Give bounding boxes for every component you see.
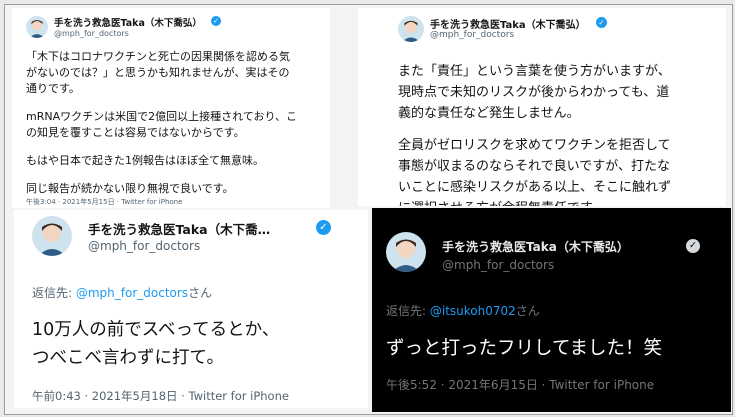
tweet-card-2[interactable]: 手を洗う救急医Taka（木下喬弘） ✓ @mph_for_doctors また「… — [358, 8, 726, 206]
avatar-icon[interactable] — [398, 16, 424, 42]
reply-suffix: さん — [188, 286, 213, 300]
tweet-card-1[interactable]: 手を洗う救急医Taka（木下喬弘） ✓ @mph_for_doctors 「木下… — [12, 8, 330, 208]
tweet-text-line: 同じ報告が続かない限り無視で良いです。 — [26, 182, 234, 195]
handle[interactable]: @mph_for_doctors — [88, 239, 200, 253]
display-name[interactable]: 手を洗う救急医Taka（木下喬弘） — [442, 238, 629, 255]
verified-badge-icon: ✓ — [316, 220, 331, 235]
handle[interactable]: @mph_for_doctors — [54, 29, 129, 38]
tweet-text-line: つべこべ言わずに打て。 — [32, 348, 224, 368]
tweet-text-line: mRNAワクチンは米国で2億回以上接種されており、こ — [26, 110, 298, 123]
handle[interactable]: @mph_for_doctors — [430, 30, 514, 40]
tweet-text-line: の知見を覆すことは容易ではないからです。 — [26, 126, 245, 139]
display-name[interactable]: 手を洗う救急医Taka（木下喬弘） — [430, 16, 586, 31]
tweet-text-line: また「責任」という言葉を使う方がいますが、 — [398, 64, 671, 79]
tweet-text-line: 通りです。 — [26, 82, 80, 95]
tweet-card-4[interactable]: 手を洗う救急医Taka（木下喬弘） ✓ @mph_for_doctors 返信先… — [372, 208, 731, 412]
reply-to-line: 返信先: @itsukoh0702さん — [386, 302, 540, 319]
reply-handle-link[interactable]: @mph_for_doctors — [76, 286, 188, 300]
display-name[interactable]: 手を洗う救急医Taka（木下喬弘） — [54, 15, 202, 29]
verified-badge-icon: ✓ — [686, 239, 700, 253]
tweet-text-line: 「木下はコロナワクチンと死亡の因果関係を認める気 — [26, 50, 290, 63]
tweet-text-line: 義的な責任など発生しません。 — [398, 106, 580, 121]
reply-prefix: 返信先: — [32, 286, 76, 300]
reply-suffix: さん — [515, 304, 540, 318]
avatar-icon[interactable] — [32, 216, 72, 256]
tweet-text-line: もはや日本で起きた1例報告はほぼ全て無意味。 — [26, 154, 264, 167]
reply-handle-link[interactable]: @itsukoh0702 — [430, 304, 516, 318]
verified-badge-icon: ✓ — [211, 16, 221, 26]
avatar-icon[interactable] — [26, 16, 48, 38]
tweet-text-line: いことに感染リスクがある以上、そこに触れず — [398, 180, 672, 195]
avatar-icon[interactable] — [386, 232, 426, 272]
tweet-text-line: 10万人の前でスベってるとか、 — [32, 320, 280, 340]
tweet-text-line: がないのでは？」と思うかも知れませんが、実はその — [26, 66, 290, 79]
tweet-text-line: 全員がゼロリスクを求めてワクチンを拒否して — [398, 138, 671, 153]
tweet-text-line: 事態が収まるのならそれで良いですが、打たな — [398, 159, 670, 174]
tweet-timestamp[interactable]: 午後3:04 · 2021年5月15日 · Twitter for iPhone — [26, 197, 182, 207]
tweet-text-line: ずっと打ったフリしてました！笑 — [386, 338, 663, 359]
tweet-timestamp[interactable]: 午後5:52 · 2021年6月15日 · Twitter for iPhone — [386, 376, 654, 393]
tweet-timestamp[interactable]: 午前0:43 · 2021年5月18日 · Twitter for iPhone — [32, 388, 289, 404]
verified-badge-icon: ✓ — [596, 17, 607, 28]
tweet-text-line: に選択させる方が余程無責任です。 — [398, 197, 605, 206]
reply-prefix: 返信先: — [386, 304, 430, 318]
tweet-text-line: 現時点で未知のリスクが後からわかっても、道 — [398, 85, 670, 100]
handle[interactable]: @mph_for_doctors — [442, 258, 554, 272]
tweet-card-3[interactable]: 手を洗う救急医Taka（木下喬… ✓ @mph_for_doctors 返信先:… — [14, 210, 368, 408]
display-name[interactable]: 手を洗う救急医Taka（木下喬… — [88, 219, 270, 238]
reply-to-line: 返信先: @mph_for_doctorsさん — [32, 284, 212, 301]
